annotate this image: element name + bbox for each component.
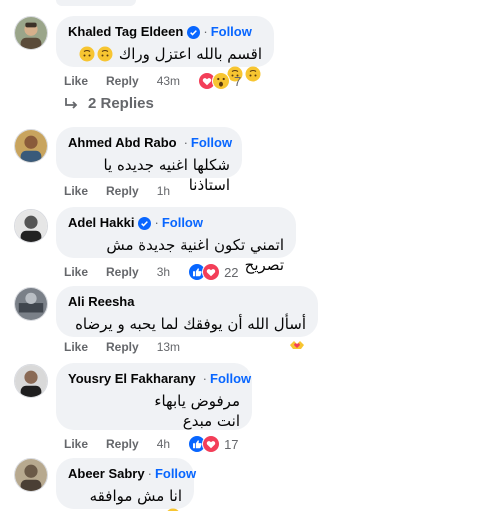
comment-bubble: Adel Hakki · Follow اتمني تكون اغنية جدي… — [56, 207, 296, 274]
reply-button[interactable]: Reply — [106, 184, 139, 198]
follow-button[interactable]: Follow — [162, 215, 203, 231]
comment-text: انا مش موافقه — [68, 486, 182, 511]
author-name[interactable]: Abeer Sabry — [68, 466, 145, 482]
separator-dot: · — [202, 371, 207, 386]
reactions-summary[interactable]: 17 — [188, 435, 239, 453]
reaction-count: 7 — [234, 73, 242, 89]
follow-button[interactable]: Follow — [210, 371, 251, 387]
avatar[interactable] — [14, 364, 48, 398]
comment-bubble: Ali Reesha أسأل الله أن يوفقك لما يحبه و… — [56, 286, 318, 349]
timestamp[interactable]: 3h — [157, 265, 170, 279]
comment-text-line-1: مرفوض يابهاء — [154, 392, 240, 410]
avatar[interactable] — [14, 16, 48, 50]
verified-badge-icon — [187, 25, 201, 39]
separator-dot: · — [203, 24, 208, 39]
separator-dot: · — [183, 135, 188, 150]
comment-bubble: Yousry El Fakharany · Follow مرفوض يابها… — [56, 363, 252, 430]
reaction-count: 17 — [224, 436, 239, 452]
comment-actions: Like Reply 4h 17 — [64, 435, 239, 453]
comment-bubble: Khaled Tag Eldeen · Follow اقسم بالله اع… — [56, 16, 274, 82]
comment-bubble: Abeer Sabry · Follow انا مش موافقه — [56, 458, 196, 511]
timestamp[interactable]: 43m — [157, 74, 180, 88]
reply-button[interactable]: Reply — [106, 437, 139, 451]
follow-button[interactable]: Follow — [191, 135, 232, 151]
verified-badge-icon — [138, 216, 152, 230]
comment-actions: Like Reply 3h 22 — [64, 263, 239, 281]
avatar[interactable] — [14, 458, 48, 492]
comment-text-line-2: انت مبدع — [182, 412, 240, 430]
comment-actions: Like Reply 1h — [64, 184, 182, 198]
like-button[interactable]: Like — [64, 340, 88, 354]
author-name[interactable]: Ahmed Abd Rabo — [68, 135, 177, 151]
like-button[interactable]: Like — [64, 184, 88, 198]
avatar[interactable] — [14, 209, 48, 243]
avatar[interactable] — [14, 129, 48, 163]
love-reaction-icon — [202, 435, 221, 453]
like-button[interactable]: Like — [64, 265, 88, 279]
reply-button[interactable]: Reply — [106, 74, 139, 88]
timestamp[interactable]: 13m — [157, 340, 180, 354]
timestamp[interactable]: 1h — [157, 184, 170, 198]
separator-dot: · — [147, 466, 152, 481]
reply-button[interactable]: Reply — [106, 265, 139, 279]
author-name[interactable]: Adel Hakki — [68, 215, 134, 231]
comment-text-content: أسأل الله أن يوفقك لما يحبه و يرضاه — [75, 315, 306, 333]
view-replies-button[interactable]: 2 Replies — [64, 95, 154, 112]
reactions-summary[interactable]: 22 — [188, 263, 239, 281]
reaction-count: 22 — [224, 264, 239, 280]
heart-hands-emoji-icon — [288, 335, 306, 353]
author-name[interactable]: Khaled Tag Eldeen — [68, 24, 183, 40]
previous-comment-bubble-edge — [56, 0, 136, 6]
wow-reaction-icon — [212, 72, 231, 90]
follow-button[interactable]: Follow — [211, 24, 252, 40]
reply-button[interactable]: Reply — [106, 340, 139, 354]
reactions-summary[interactable]: 7 — [198, 72, 241, 90]
comment-bubble: Ahmed Abd Rabo · Follow شكلها اغنيه جديد… — [56, 127, 242, 194]
author-name[interactable]: Ali Reesha — [68, 294, 134, 310]
comment-actions: Like Reply 43m 7 — [64, 72, 241, 90]
timestamp[interactable]: 4h — [157, 437, 170, 451]
pensive-emoji-icon — [164, 507, 182, 511]
follow-button[interactable]: Follow — [155, 466, 196, 482]
comment-actions: Like Reply 13m — [64, 340, 192, 354]
comment-text-content: انا مش موافقه — [89, 487, 182, 505]
like-button[interactable]: Like — [64, 437, 88, 451]
reply-arrow-icon — [65, 97, 78, 109]
separator-dot: · — [154, 215, 159, 230]
author-name[interactable]: Yousry El Fakharany — [68, 371, 196, 387]
love-reaction-icon — [202, 263, 221, 281]
comment-text-content: اقسم بالله اعتزل وراك — [118, 45, 262, 63]
replies-label: 2 Replies — [88, 95, 154, 112]
like-button[interactable]: Like — [64, 74, 88, 88]
avatar[interactable] — [14, 287, 48, 321]
